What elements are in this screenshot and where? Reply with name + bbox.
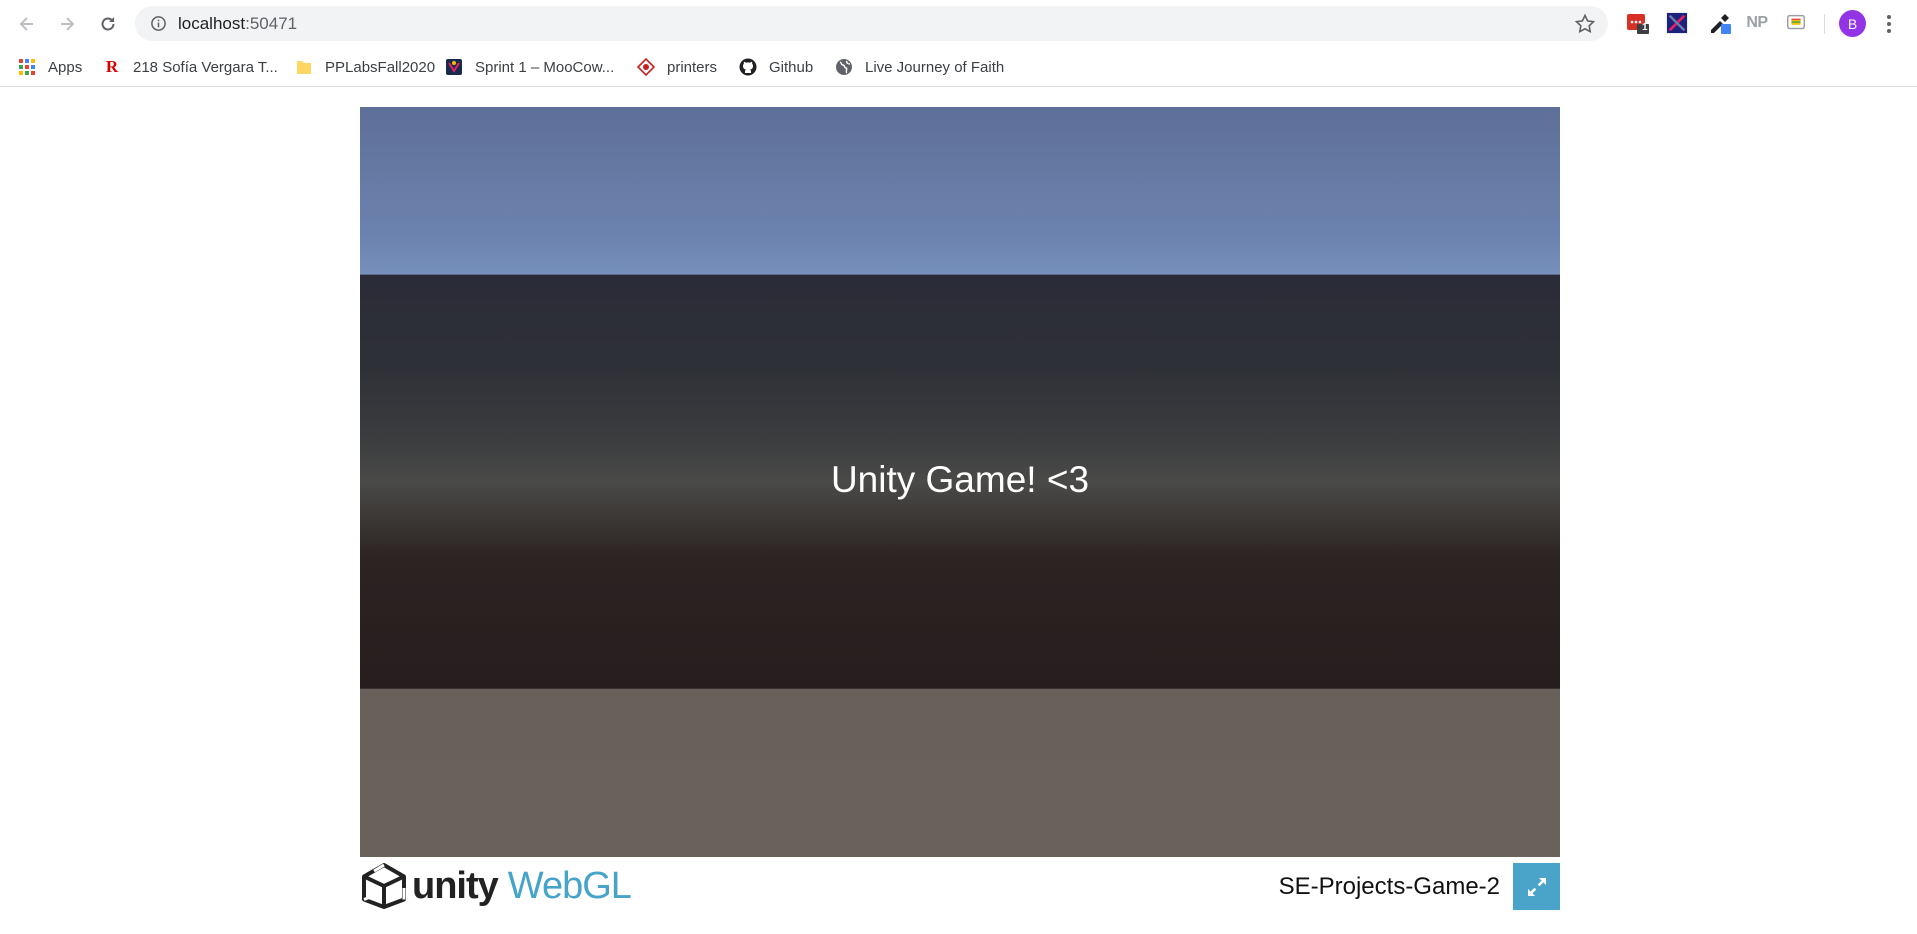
avatar-initial: B: [1847, 15, 1858, 32]
bookmark-star-icon[interactable]: [1574, 13, 1596, 35]
unity-webgl-logo: unity WebGL: [360, 863, 632, 909]
back-button[interactable]: [13, 10, 41, 38]
url-host: localhost: [178, 14, 246, 33]
globe-icon: [835, 58, 853, 76]
bookmark-label: Apps: [48, 58, 83, 76]
x-extension-icon: [1666, 12, 1688, 34]
bookmark-live-journey[interactable]: Live Journey of Faith: [835, 55, 1004, 79]
bookmark-label: Github: [769, 58, 814, 76]
bookmark-label: Sprint 1 – MooCow...: [475, 58, 615, 76]
apps-grid-icon: [18, 58, 36, 76]
game-center-text: Unity Game! <3: [830, 459, 1090, 500]
bookmark-apps[interactable]: Apps: [18, 55, 82, 79]
url-text: localhost:50471: [178, 14, 297, 34]
webgl-wordmark: WebGL: [507, 864, 632, 907]
address-bar[interactable]: localhost:50471: [135, 6, 1608, 41]
reload-button[interactable]: [94, 10, 122, 38]
eyedropper-icon: [1711, 14, 1731, 34]
site-info-icon[interactable]: [150, 15, 167, 32]
jira-icon: [445, 58, 463, 76]
browser-toolbar: localhost:50471 1 NP B: [0, 0, 1917, 47]
toolbar-divider: [1824, 14, 1825, 34]
printer-site-icon: [637, 58, 655, 76]
folder-icon: [295, 58, 313, 76]
reload-icon: [101, 17, 115, 31]
unity-wordmark: unity: [412, 864, 499, 907]
back-arrow-icon: [19, 17, 33, 31]
build-title: SE-Projects-Game-2: [1278, 873, 1500, 900]
forward-button[interactable]: [53, 10, 81, 38]
game-text-container: Unity Game! <3: [360, 107, 1560, 857]
extension-x-button[interactable]: [1665, 11, 1689, 35]
cast-extension-icon: [1787, 14, 1805, 30]
unity-cube-icon: [362, 863, 406, 909]
bookmark-sofia-vergara[interactable]: R 218 Sofía Vergara T...: [103, 55, 278, 79]
r-logo-icon: R: [105, 57, 119, 76]
extension-todo-button[interactable]: 1: [1626, 11, 1650, 35]
fullscreen-button[interactable]: [1513, 863, 1560, 910]
bookmark-label: Live Journey of Faith: [865, 58, 1005, 76]
github-icon: [739, 58, 757, 76]
extension-cast-button[interactable]: [1784, 11, 1808, 35]
bookmark-github[interactable]: Github: [739, 55, 813, 79]
bookmarks-bar: Apps R 218 Sofía Vergara T... PPLabsFall…: [0, 47, 1917, 87]
forward-arrow-icon: [61, 17, 75, 31]
bookmark-label: 218 Sofía Vergara T...: [133, 58, 278, 76]
extension-badge: 1: [1642, 22, 1648, 33]
more-menu-icon[interactable]: [1882, 12, 1896, 36]
bookmark-label: printers: [667, 58, 718, 76]
url-port: :50471: [245, 14, 298, 33]
bookmark-printers[interactable]: printers: [637, 55, 717, 79]
bookmark-label: PPLabsFall2020: [325, 58, 436, 76]
bookmark-pplabsfall2020[interactable]: PPLabsFall2020: [295, 55, 435, 79]
unity-game-canvas[interactable]: Unity Game! <3: [360, 107, 1560, 857]
np-extension-label: NP: [1746, 14, 1768, 31]
profile-avatar[interactable]: B: [1839, 10, 1866, 37]
extension-np-button[interactable]: NP: [1745, 11, 1769, 35]
extension-eyedropper-button[interactable]: [1708, 11, 1732, 35]
unity-footer: unity WebGL SE-Projects-Game-2: [360, 857, 1560, 912]
bookmark-sprint-1[interactable]: Sprint 1 – MooCow...: [445, 55, 614, 79]
fullscreen-icon: [1527, 877, 1546, 896]
